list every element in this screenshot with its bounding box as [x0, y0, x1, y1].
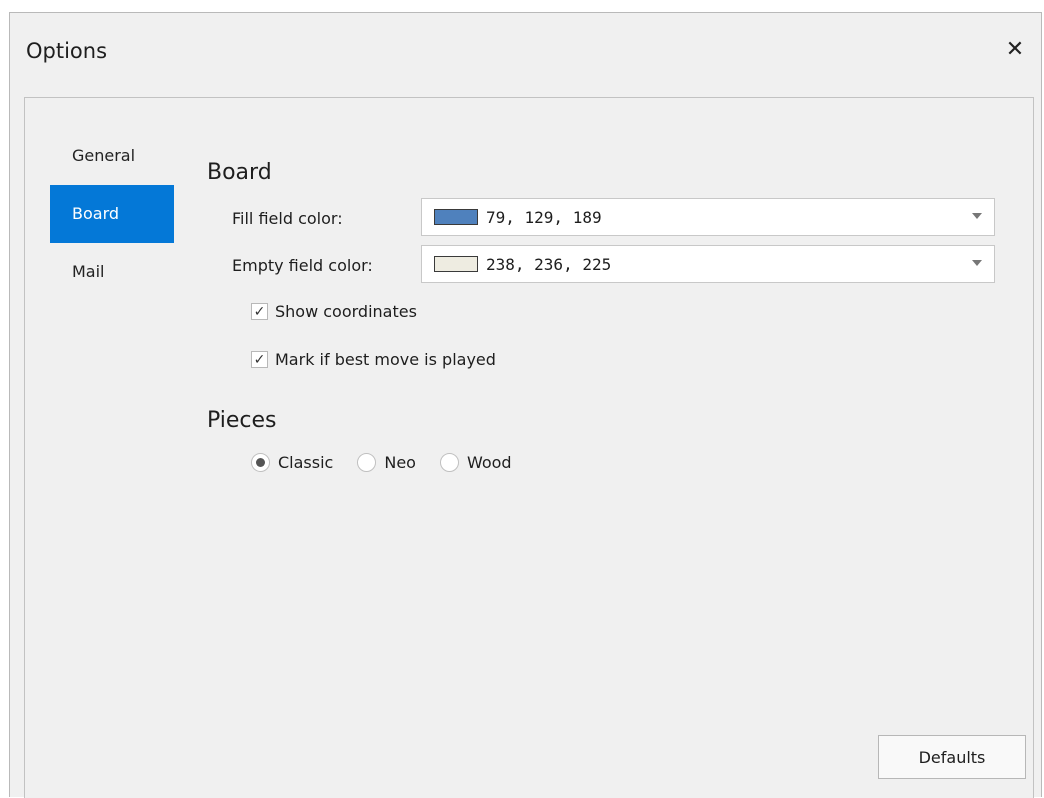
close-icon[interactable]: ✕: [1001, 35, 1029, 63]
checkmark-icon[interactable]: ✓: [251, 303, 268, 320]
fill-field-color-dropdown[interactable]: 79, 129, 189: [421, 198, 995, 236]
radio-label-classic: Classic: [278, 453, 334, 472]
show-coordinates-checkbox[interactable]: ✓ Show coordinates: [251, 302, 417, 321]
radio-button-icon[interactable]: [439, 453, 459, 472]
pieces-section-title: Pieces: [207, 408, 277, 433]
content-panel: General Board Mail Board Fill field colo…: [24, 97, 1034, 798]
radio-label-wood: Wood: [466, 453, 512, 472]
radio-button-icon[interactable]: [251, 453, 270, 472]
fill-field-color-label: Fill field color:: [232, 209, 343, 228]
radio-wood[interactable]: Wood: [439, 453, 512, 472]
sidebar-item-general[interactable]: General: [50, 127, 174, 185]
checkmark-icon[interactable]: ✓: [251, 351, 268, 368]
mark-best-move-label: Mark if best move is played: [275, 350, 496, 369]
title-bar: Options ✕: [10, 13, 1041, 85]
empty-field-color-dropdown[interactable]: 238, 236, 225: [421, 245, 995, 283]
fill-color-value: 79, 129, 189: [486, 207, 602, 227]
radio-neo[interactable]: Neo: [357, 453, 416, 472]
empty-field-color-label: Empty field color:: [232, 256, 373, 275]
radio-label-neo: Neo: [384, 453, 416, 472]
chevron-down-icon[interactable]: [972, 260, 982, 266]
radio-button-icon[interactable]: [357, 453, 377, 472]
sidebar-nav: General Board Mail: [50, 127, 174, 301]
mark-best-move-checkbox[interactable]: ✓ Mark if best move is played: [251, 350, 496, 369]
empty-color-swatch: [434, 256, 478, 272]
fill-color-swatch: [434, 209, 478, 225]
show-coordinates-label: Show coordinates: [275, 302, 417, 321]
defaults-button[interactable]: Defaults: [878, 735, 1026, 779]
pieces-radio-group: Classic Neo Wood: [251, 453, 536, 472]
board-section-title: Board: [207, 160, 272, 185]
options-dialog: Options ✕ General Board Mail Board Fill …: [9, 12, 1042, 798]
sidebar-item-board[interactable]: Board: [50, 185, 174, 243]
empty-color-value: 238, 236, 225: [486, 254, 612, 274]
radio-classic[interactable]: Classic: [251, 453, 333, 472]
chevron-down-icon[interactable]: [972, 213, 982, 219]
sidebar-item-mail[interactable]: Mail: [50, 243, 174, 301]
dialog-title: Options: [26, 39, 108, 63]
